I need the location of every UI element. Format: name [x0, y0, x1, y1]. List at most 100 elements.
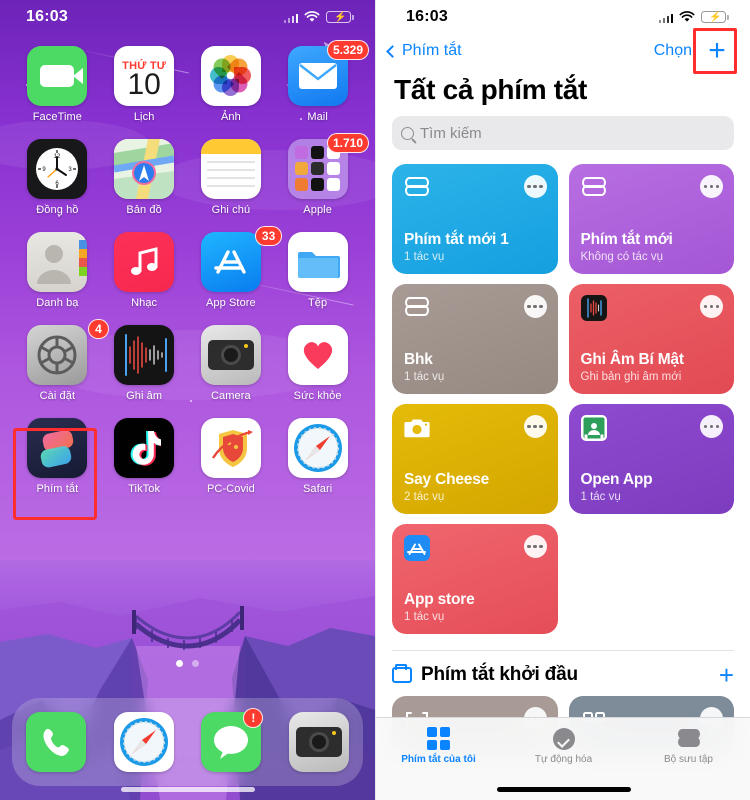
- page-dot: [192, 660, 199, 667]
- tab-label: Phím tắt của tôi: [401, 754, 476, 765]
- shortcut-subtitle: 1 tác vụ: [580, 491, 621, 503]
- health-icon: [287, 325, 348, 385]
- status-time: 16:03: [26, 8, 68, 25]
- camera-icon: [404, 415, 430, 441]
- app-dongho[interactable]: 12 3 6 9 Đồng hồ: [14, 139, 101, 216]
- back-button[interactable]: Phím tắt: [386, 42, 462, 60]
- more-icon[interactable]: [523, 535, 547, 558]
- tab-my-shortcuts[interactable]: Phím tắt của tôi: [376, 726, 501, 765]
- back-label: Phím tắt: [402, 42, 462, 59]
- app-folder-apple[interactable]: 1.710 Apple: [274, 133, 369, 216]
- app-facetime[interactable]: FaceTime: [14, 46, 101, 123]
- dock-app-safari[interactable]: [113, 712, 174, 772]
- page-dot-active: [176, 660, 183, 667]
- app-label: Bản đồ: [126, 204, 162, 216]
- add-shortcut-button[interactable]: +: [702, 36, 732, 66]
- app-suckhoe[interactable]: Sức khỏe: [274, 325, 361, 402]
- shortcut-subtitle: 1 tác vụ: [404, 611, 445, 623]
- app-mail[interactable]: 5.329 Mail: [274, 40, 369, 123]
- shortcut-subtitle: Không có tác vụ: [580, 251, 663, 263]
- dual-phone-screenshot: 16:03 ⚡ FaceTime THỨ TƯ 10 Lịch Ảnh 5.32…: [0, 0, 750, 800]
- shortcut-card[interactable]: Ghi Âm Bí Mật Ghi bản ghi âm mới: [568, 284, 734, 394]
- shortcut-card[interactable]: Phím tắt mới 1 1 tác vụ: [392, 164, 558, 274]
- badge-count: 5.329: [326, 40, 369, 60]
- dock-app-messages[interactable]: !: [201, 708, 264, 772]
- search-icon: [401, 126, 414, 140]
- app-anh[interactable]: Ảnh: [188, 46, 275, 123]
- status-indicators: ⚡: [283, 11, 354, 23]
- shortcuts-icon: [27, 418, 88, 478]
- home-dock: !: [12, 698, 363, 786]
- iphone-home-screen: 16:03 ⚡ FaceTime THỨ TƯ 10 Lịch Ảnh 5.32…: [0, 0, 375, 800]
- app-camera[interactable]: Camera: [188, 325, 275, 402]
- app-label: Ghi chú: [211, 204, 251, 216]
- shortcut-subtitle: 1 tác vụ: [404, 251, 445, 263]
- app-label: TikTok: [128, 483, 161, 495]
- app-label: Tệp: [307, 297, 328, 309]
- page-title: Tất cả phím tắt: [394, 74, 588, 105]
- shortcut-name: Phím tắt mới: [580, 231, 673, 248]
- app-appstore[interactable]: 33 App Store: [188, 226, 283, 309]
- app-label: Danh bạ: [36, 297, 79, 309]
- app-tep[interactable]: Tệp: [274, 232, 361, 309]
- more-icon[interactable]: [700, 415, 723, 438]
- more-icon[interactable]: [523, 415, 547, 438]
- add-folder-shortcut-button[interactable]: +: [719, 662, 734, 688]
- shortcuts-status-bar: 16:03 ⚡: [376, 0, 750, 34]
- chevron-left-icon: [386, 44, 399, 58]
- tiktok-icon: [114, 418, 175, 478]
- tab-automation[interactable]: Tự động hóa: [501, 726, 626, 765]
- shortcut-card[interactable]: Bhk 1 tác vụ: [392, 284, 558, 394]
- voice-memos-icon: [580, 295, 607, 321]
- dock-app-phone[interactable]: [25, 712, 86, 772]
- status-indicators: ⚡: [658, 11, 729, 23]
- shortcut-name: Say Cheese: [404, 471, 490, 488]
- tab-gallery[interactable]: Bộ sưu tập: [626, 726, 750, 765]
- battery-charging-icon: ⚡: [701, 11, 729, 23]
- tab-label: Tự động hóa: [534, 754, 593, 765]
- wifi-icon: [304, 11, 320, 22]
- app-tiktok[interactable]: TikTok: [101, 418, 188, 495]
- nav-actions: Chọn +: [648, 28, 737, 74]
- camera-icon: [200, 325, 261, 385]
- app-nhac[interactable]: Nhạc: [101, 232, 188, 309]
- app-phimtat[interactable]: Phím tắt: [14, 418, 101, 495]
- more-icon[interactable]: [523, 295, 547, 318]
- shortcut-card[interactable]: Phím tắt mới Không có tác vụ: [568, 164, 734, 274]
- more-icon[interactable]: [700, 295, 723, 318]
- more-icon[interactable]: [523, 175, 547, 198]
- cellular-signal-icon: [658, 12, 673, 23]
- app-label: FaceTime: [32, 111, 83, 123]
- shortcut-subtitle: 2 tác vụ: [404, 491, 445, 503]
- shortcut-name: Phím tắt mới 1: [404, 231, 509, 248]
- clock-check-icon: [552, 726, 575, 751]
- badge-count: 33: [254, 226, 283, 246]
- page-indicator[interactable]: [0, 660, 375, 667]
- app-danhba[interactable]: Danh bạ: [14, 232, 101, 309]
- shortcut-name: Bhk: [404, 351, 433, 368]
- phone-icon: [25, 712, 86, 772]
- classroom-icon: [580, 415, 607, 441]
- app-bando[interactable]: Bản đồ: [101, 139, 188, 216]
- voice-memos-icon: [114, 325, 175, 385]
- shortcut-card[interactable]: App store 1 tác vụ: [392, 524, 558, 634]
- shortcut-card[interactable]: Say Cheese 2 tác vụ: [392, 404, 558, 514]
- more-icon[interactable]: [700, 175, 723, 198]
- dock-app-camera[interactable]: [289, 712, 350, 772]
- search-placeholder: Tìm kiếm: [420, 124, 482, 142]
- badge-count: 1.710: [326, 133, 369, 153]
- app-caidat[interactable]: 4 Cài đặt: [14, 319, 109, 402]
- app-pccovid[interactable]: PC-Covid: [188, 418, 275, 495]
- home-status-bar: 16:03 ⚡: [0, 0, 375, 34]
- app-ghichu[interactable]: Ghi chú: [188, 139, 275, 216]
- app-lich[interactable]: THỨ TƯ 10 Lịch: [101, 46, 188, 123]
- shortcut-name: App store: [404, 591, 475, 608]
- calendar-date: 10: [127, 67, 161, 101]
- app-safari[interactable]: Safari: [274, 418, 361, 495]
- shortcut-subtitle: 1 tác vụ: [404, 371, 445, 383]
- search-input[interactable]: Tìm kiếm: [392, 116, 734, 150]
- app-ghiam[interactable]: Ghi âm: [101, 325, 188, 402]
- select-button[interactable]: Chọn: [648, 40, 698, 62]
- camera-icon: [289, 712, 350, 772]
- shortcut-card[interactable]: Open App 1 tác vụ: [568, 404, 734, 514]
